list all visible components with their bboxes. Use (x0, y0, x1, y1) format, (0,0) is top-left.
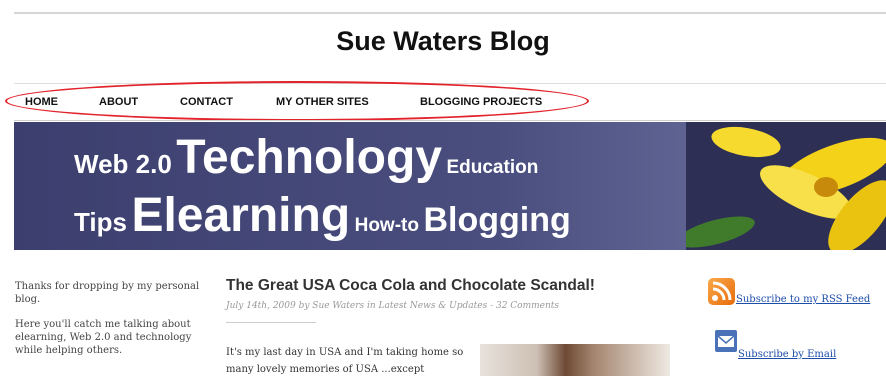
post-photo (480, 344, 670, 376)
sidebar-left: Thanks for dropping by my personal blog.… (15, 280, 215, 369)
banner-word-web20: Web 2.0 (74, 149, 172, 179)
banner-word-tips: Tips (74, 207, 127, 237)
nav-contact[interactable]: CONTACT (180, 96, 233, 108)
rss-icon[interactable] (708, 278, 735, 305)
post-title[interactable]: The Great USA Coca Cola and Chocolate Sc… (226, 277, 595, 295)
banner-word-education: Education (446, 157, 539, 178)
nav-bottom-divider (14, 120, 886, 121)
nav-about[interactable]: ABOUT (99, 96, 138, 108)
top-divider (14, 12, 886, 14)
rss-subscribe-link[interactable]: Subscribe to my RSS Feed (736, 294, 870, 305)
banner-line-2: Tips Elearning How-to Blogging (74, 188, 571, 243)
post-divider (226, 322, 316, 323)
flower-image (686, 122, 886, 250)
banner-word-technology: Technology (176, 131, 443, 184)
mail-icon[interactable] (715, 330, 737, 352)
nav-home[interactable]: HOME (25, 96, 58, 108)
email-subscribe-link[interactable]: Subscribe by Email (738, 349, 836, 360)
banner-line-1: Web 2.0 Technology Education (74, 130, 538, 185)
nav-my-other-sites[interactable]: MY OTHER SITES (276, 96, 369, 108)
banner-word-elearning: Elearning (131, 189, 351, 242)
site-title[interactable]: Sue Waters Blog (0, 26, 886, 57)
banner-word-how-to: How-to (354, 215, 419, 236)
nav-top-divider (14, 83, 886, 84)
banner-word-blogging: Blogging (423, 201, 571, 239)
post-body: It's my last day in USA and I'm taking h… (226, 347, 464, 375)
nav-blogging-projects[interactable]: BLOGGING PROJECTS (420, 96, 542, 108)
header-banner: Web 2.0 Technology Education Tips Elearn… (14, 122, 886, 250)
post-meta: July 14th, 2009 by Sue Waters in Latest … (226, 301, 560, 311)
sidebar-description: Here you'll catch me talking about elear… (15, 319, 192, 356)
sidebar-intro: Thanks for dropping by my personal blog. (15, 281, 200, 305)
